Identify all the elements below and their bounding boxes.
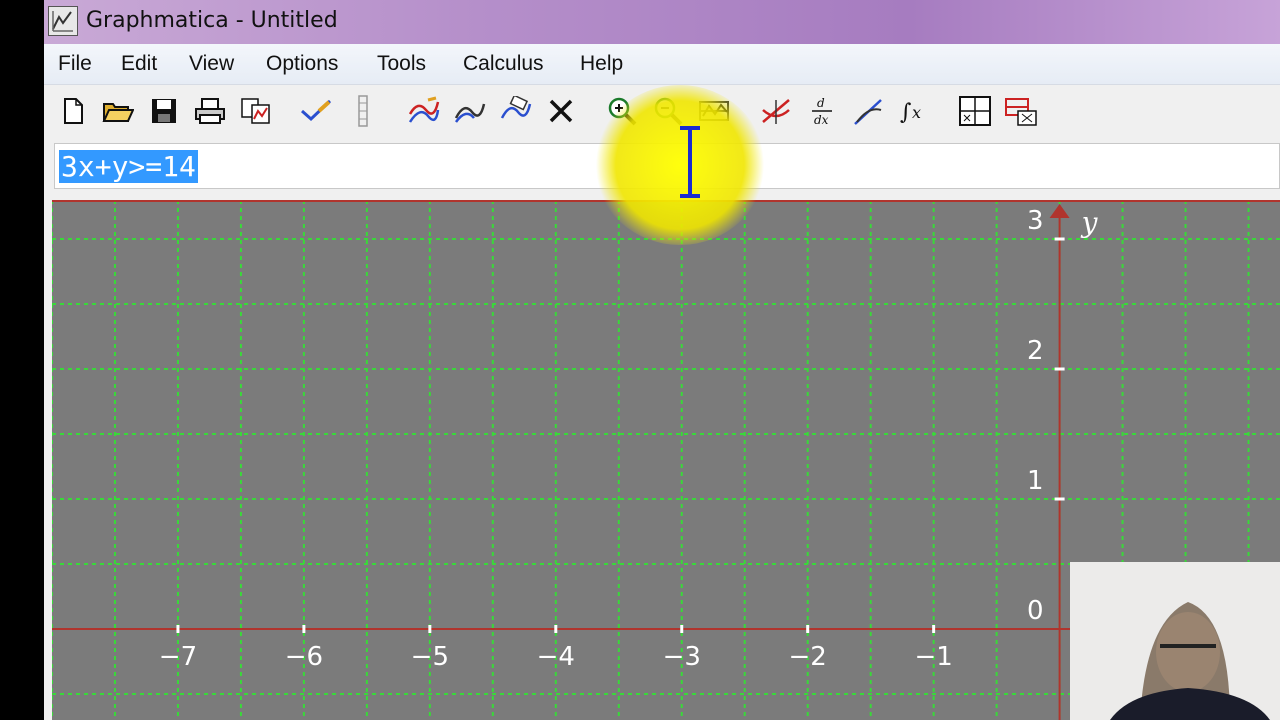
derivative-icon[interactable]: d dx [805,94,839,128]
print-icon[interactable] [193,94,227,128]
menu-tools[interactable]: Tools [377,52,426,76]
delete-x-icon[interactable] [544,94,578,128]
x-tick-label: −2 [789,642,827,672]
x-tick-label: −7 [159,642,197,672]
svg-text:dx: dx [814,113,829,127]
svg-text:d: d [817,96,825,110]
new-file-icon[interactable] [56,94,90,128]
zoom-in-icon[interactable] [605,94,639,128]
separator-grip-icon [346,94,380,128]
data-plot-icon[interactable] [1004,94,1038,128]
check-edit-icon[interactable] [299,94,333,128]
tangent-icon[interactable] [851,94,885,128]
graphmatica-app-icon[interactable] [48,6,78,36]
graph-top-border [52,200,1280,202]
equation-bar: 3x+y>=14 [44,140,1280,198]
integral-icon[interactable]: ∫ x [897,94,931,128]
toolbar: d dx ∫ x [44,85,1280,140]
y-tick-label: 2 [1027,336,1044,366]
window-title: Graphmatica - Untitled [86,8,338,33]
webcam-overlay [1070,562,1280,720]
text-cursor-icon [680,126,700,198]
equation-selected-text: 3x+y>=14 [59,150,198,183]
title-bar: Graphmatica - Untitled [44,0,1280,44]
table-of-values-icon[interactable] [958,94,992,128]
y-tick-label: 0 [1027,596,1044,626]
menu-calculus[interactable]: Calculus [463,52,544,76]
open-folder-icon[interactable] [101,94,135,128]
x-tick-label: −3 [663,642,701,672]
graph-curve-icon[interactable] [406,94,440,128]
y-tick-label: 3 [1027,206,1044,236]
x-tick-label: −5 [411,642,449,672]
menu-help[interactable]: Help [580,52,623,76]
erase-curve-icon[interactable] [498,94,532,128]
copy-graph-icon[interactable] [239,94,273,128]
menu-file[interactable]: File [58,52,92,76]
menu-view[interactable]: View [189,52,234,76]
equation-input[interactable]: 3x+y>=14 [54,143,1280,189]
intersection-icon[interactable] [759,94,793,128]
x-tick-label: −1 [914,642,952,672]
x-tick-label: −4 [537,642,575,672]
svg-text:∫: ∫ [900,100,912,125]
zoom-box-icon[interactable] [697,94,731,128]
menu-edit[interactable]: Edit [121,52,157,76]
svg-text:x: x [912,103,921,122]
x-tick-label: −6 [285,642,323,672]
y-tick-label: 1 [1027,466,1044,496]
menu-options[interactable]: Options [266,52,338,76]
menu-bar: File Edit View Options Tools Calculus He… [44,44,1280,85]
zoom-out-icon[interactable] [651,94,685,128]
redraw-icon[interactable] [452,94,486,128]
y-axis-label: y [1080,206,1099,239]
save-icon[interactable] [147,94,181,128]
